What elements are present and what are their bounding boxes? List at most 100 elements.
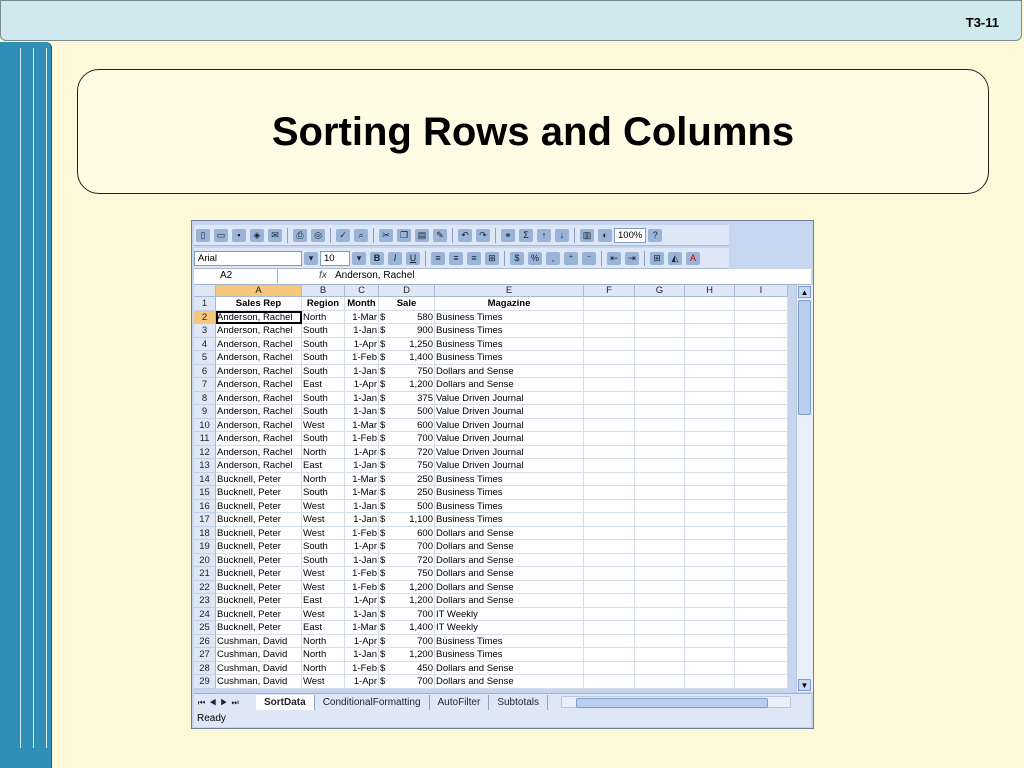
align-right-icon[interactable]: ≡ (467, 251, 481, 265)
cell-sales-rep[interactable]: Bucknell, Peter (216, 580, 302, 594)
bold-icon[interactable]: B (370, 251, 384, 265)
cell[interactable] (635, 351, 685, 365)
row-header[interactable]: 8 (194, 391, 216, 405)
cell-magazine[interactable]: Dollars and Sense (435, 661, 584, 675)
cell[interactable] (685, 418, 735, 432)
cell-month[interactable]: 1-Jan (345, 364, 379, 378)
cell-region[interactable]: North (302, 445, 345, 459)
decrease-indent-icon[interactable]: ⇤ (607, 251, 621, 265)
cell-sales-rep[interactable]: Anderson, Rachel (216, 351, 302, 365)
cell[interactable] (685, 648, 735, 662)
cell[interactable] (685, 513, 735, 527)
cell-sale[interactable]: $750 (379, 459, 435, 473)
cell[interactable] (584, 351, 635, 365)
cell[interactable] (584, 297, 635, 311)
cell[interactable] (635, 337, 685, 351)
cell-region[interactable]: West (302, 418, 345, 432)
cell[interactable] (735, 459, 788, 473)
cell-region[interactable]: East (302, 594, 345, 608)
cell-region[interactable]: East (302, 459, 345, 473)
cell-region[interactable]: South (302, 405, 345, 419)
cell-sales-rep[interactable]: Bucknell, Peter (216, 567, 302, 581)
select-all-corner[interactable] (194, 285, 216, 297)
cell[interactable] (685, 526, 735, 540)
cell[interactable] (635, 297, 685, 311)
cell[interactable] (685, 364, 735, 378)
cell-sales-rep[interactable]: Anderson, Rachel (216, 445, 302, 459)
cell-magazine[interactable]: Dollars and Sense (435, 594, 584, 608)
cell[interactable] (735, 513, 788, 527)
cell[interactable] (685, 459, 735, 473)
autosum-icon[interactable]: Σ (519, 228, 533, 242)
cell-sale[interactable]: $720 (379, 553, 435, 567)
cell-region[interactable]: West (302, 675, 345, 689)
cell-sale[interactable]: $580 (379, 310, 435, 324)
cell-magazine[interactable]: Dollars and Sense (435, 364, 584, 378)
cell-sales-rep[interactable]: Bucknell, Peter (216, 472, 302, 486)
cell-month[interactable]: 1-Jan (345, 405, 379, 419)
borders-icon[interactable]: ⊞ (650, 251, 664, 265)
cell[interactable] (635, 391, 685, 405)
cell-sale[interactable]: $1,200 (379, 594, 435, 608)
row-header[interactable]: 22 (194, 580, 216, 594)
cell-sales-rep[interactable]: Anderson, Rachel (216, 310, 302, 324)
cell-magazine[interactable]: Business Times (435, 499, 584, 513)
cell-month[interactable]: 1-Apr (345, 445, 379, 459)
cell[interactable] (735, 324, 788, 338)
cell[interactable] (735, 580, 788, 594)
cell[interactable] (584, 391, 635, 405)
cell[interactable] (735, 351, 788, 365)
row-header[interactable]: 23 (194, 594, 216, 608)
cell[interactable] (584, 378, 635, 392)
email-icon[interactable]: ✉ (268, 228, 282, 242)
cell-sales-rep[interactable]: Anderson, Rachel (216, 405, 302, 419)
scroll-thumb[interactable] (798, 300, 811, 415)
cell[interactable]: Sale (379, 297, 435, 311)
column-header[interactable]: I (735, 285, 788, 297)
cell[interactable] (584, 580, 635, 594)
cell[interactable] (635, 634, 685, 648)
row-header[interactable]: 17 (194, 513, 216, 527)
cell-region[interactable]: South (302, 432, 345, 446)
cell-sales-rep[interactable]: Bucknell, Peter (216, 553, 302, 567)
cell-region[interactable]: North (302, 661, 345, 675)
chevron-down-icon[interactable]: ▾ (304, 251, 318, 265)
cell-magazine[interactable]: Value Driven Journal (435, 445, 584, 459)
scroll-up-icon[interactable]: ▲ (798, 286, 811, 298)
cell-magazine[interactable]: Value Driven Journal (435, 391, 584, 405)
row-header[interactable]: 3 (194, 324, 216, 338)
cell[interactable] (635, 459, 685, 473)
row-header[interactable]: 29 (194, 675, 216, 689)
cell-sales-rep[interactable]: Anderson, Rachel (216, 459, 302, 473)
cell-magazine[interactable]: Business Times (435, 472, 584, 486)
cell-sale[interactable]: $750 (379, 364, 435, 378)
cell-region[interactable]: West (302, 567, 345, 581)
cell-sale[interactable]: $1,400 (379, 351, 435, 365)
cell[interactable] (685, 297, 735, 311)
cell-magazine[interactable]: Value Driven Journal (435, 418, 584, 432)
cell-region[interactable]: South (302, 553, 345, 567)
tab-sortdata[interactable]: SortData (256, 695, 315, 710)
cell[interactable] (635, 567, 685, 581)
row-header[interactable]: 1 (194, 297, 216, 311)
cell-magazine[interactable]: Dollars and Sense (435, 553, 584, 567)
cell-month[interactable]: 1-Jan (345, 459, 379, 473)
cell[interactable] (685, 499, 735, 513)
cell-month[interactable]: 1-Feb (345, 567, 379, 581)
cell[interactable] (635, 310, 685, 324)
cell-sales-rep[interactable]: Cushman, David (216, 661, 302, 675)
cell-sale[interactable]: $1,200 (379, 580, 435, 594)
cell[interactable] (735, 445, 788, 459)
cell-sale[interactable]: $500 (379, 405, 435, 419)
scroll-down-icon[interactable]: ▼ (798, 679, 811, 691)
cell[interactable] (584, 553, 635, 567)
cell-sales-rep[interactable]: Anderson, Rachel (216, 364, 302, 378)
cell-region[interactable]: South (302, 337, 345, 351)
currency-icon[interactable]: $ (510, 251, 524, 265)
column-header[interactable]: G (635, 285, 685, 297)
paste-icon[interactable]: ▤ (415, 228, 429, 242)
row-header[interactable]: 24 (194, 607, 216, 621)
cell-month[interactable]: 1-Mar (345, 310, 379, 324)
row-header[interactable]: 18 (194, 526, 216, 540)
cell-sales-rep[interactable]: Cushman, David (216, 634, 302, 648)
